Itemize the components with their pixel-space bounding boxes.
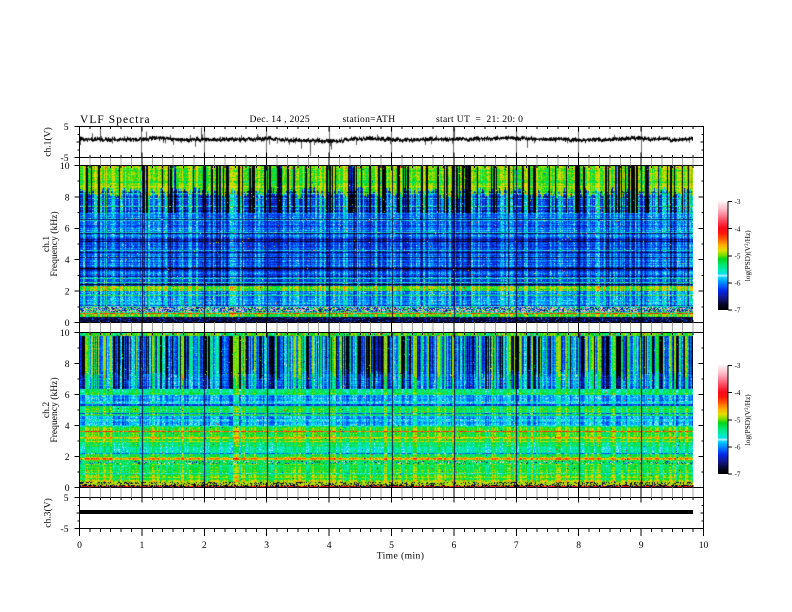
svg-text:station=ATH: station=ATH bbox=[343, 114, 396, 125]
svg-text:Dec. 14 , 2025: Dec. 14 , 2025 bbox=[250, 114, 310, 125]
svg-text:-6: -6 bbox=[735, 444, 741, 452]
svg-text:6: 6 bbox=[452, 540, 457, 551]
svg-text:-7: -7 bbox=[735, 307, 741, 315]
svg-text:-4: -4 bbox=[735, 225, 741, 233]
svg-text:0: 0 bbox=[77, 540, 82, 551]
svg-text:-5: -5 bbox=[735, 252, 741, 260]
svg-text:-3: -3 bbox=[735, 198, 741, 206]
svg-text:log(PSD)(V2/Hz): log(PSD)(V2/Hz) bbox=[743, 394, 752, 445]
svg-text:ch.3(V): ch.3(V) bbox=[43, 498, 54, 528]
svg-text:10: 10 bbox=[60, 328, 70, 339]
svg-text:4: 4 bbox=[65, 255, 70, 266]
svg-text:5: 5 bbox=[389, 540, 394, 551]
svg-text:5: 5 bbox=[64, 493, 69, 504]
svg-text:ch.1(V): ch.1(V) bbox=[43, 127, 54, 157]
svg-text:8: 8 bbox=[65, 359, 70, 370]
svg-text:-3: -3 bbox=[735, 362, 741, 370]
svg-text:0: 0 bbox=[65, 483, 70, 494]
svg-text:4: 4 bbox=[65, 421, 70, 432]
svg-text:VLF Spectra: VLF Spectra bbox=[80, 114, 151, 126]
svg-text:-4: -4 bbox=[735, 389, 741, 397]
svg-text:6: 6 bbox=[65, 390, 70, 401]
svg-text:2: 2 bbox=[202, 540, 207, 551]
svg-text:start UT = 21: 20: 0: start UT = 21: 20: 0 bbox=[436, 114, 523, 125]
svg-text:7: 7 bbox=[514, 540, 519, 551]
svg-text:1: 1 bbox=[140, 540, 145, 551]
svg-text:Frequency (kHz): Frequency (kHz) bbox=[49, 211, 60, 276]
svg-text:5: 5 bbox=[64, 122, 69, 133]
svg-text:10: 10 bbox=[699, 540, 709, 551]
svg-text:3: 3 bbox=[264, 540, 269, 551]
svg-text:8: 8 bbox=[65, 192, 70, 203]
svg-text:-7: -7 bbox=[735, 471, 741, 479]
svg-text:6: 6 bbox=[65, 224, 70, 235]
svg-text:4: 4 bbox=[327, 540, 332, 551]
svg-text:2: 2 bbox=[65, 452, 70, 463]
svg-text:log(PSD)(V2/Hz): log(PSD)(V2/Hz) bbox=[743, 230, 752, 281]
svg-text:Time (min): Time (min) bbox=[377, 551, 425, 562]
svg-text:8: 8 bbox=[576, 540, 581, 551]
svg-text:-6: -6 bbox=[735, 280, 741, 288]
svg-text:2: 2 bbox=[65, 287, 70, 298]
svg-text:10: 10 bbox=[60, 161, 70, 172]
svg-text:Frequency (kHz): Frequency (kHz) bbox=[49, 377, 60, 442]
svg-text:-5: -5 bbox=[735, 416, 741, 424]
svg-text:9: 9 bbox=[639, 540, 644, 551]
svg-text:-5: -5 bbox=[61, 524, 69, 535]
